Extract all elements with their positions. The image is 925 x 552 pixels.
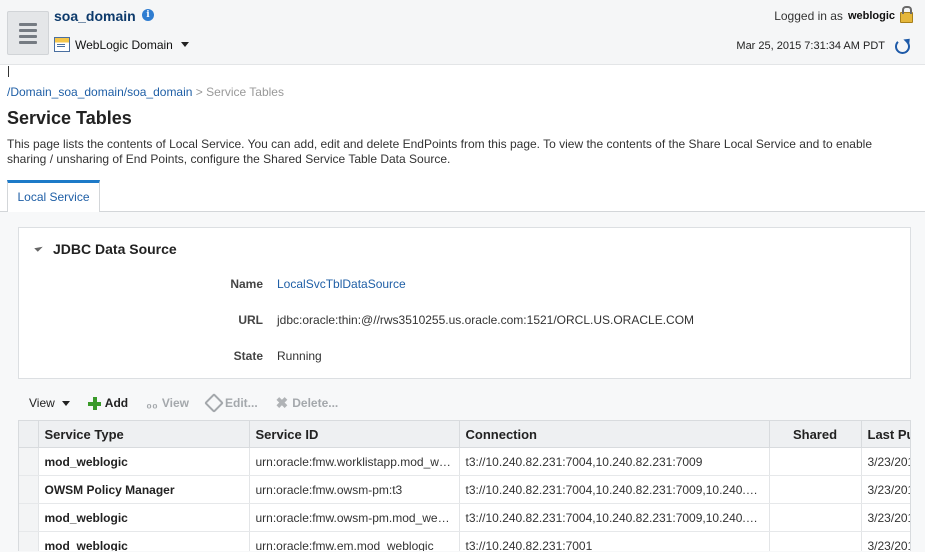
- add-button-label: Add: [104, 396, 129, 410]
- table-row[interactable]: mod_weblogic urn:oracle:fmw.worklistapp.…: [19, 447, 910, 476]
- lock-icon: [900, 6, 913, 23]
- table-header-row: Service Type Service ID Connection Share…: [19, 421, 910, 448]
- cell-connection: t3://10.240.82.231:7004,10.240.82.231:70…: [459, 503, 770, 532]
- table-row[interactable]: mod_weblogic urn:oracle:fmw.em.mod_weblo…: [19, 531, 910, 551]
- view-button-label: View: [161, 396, 189, 410]
- view-menu[interactable]: View: [29, 396, 70, 410]
- view-menu-label: View: [29, 396, 55, 410]
- page-header: soa_domain i WebLogic Domain Logged in a…: [0, 0, 925, 65]
- login-status: Logged in as weblogic: [774, 6, 913, 23]
- hamburger-icon-bar: [19, 28, 37, 32]
- chevron-down-icon: [180, 42, 189, 47]
- text-cursor: [8, 66, 9, 77]
- page-description: This page lists the contents of Local Se…: [7, 137, 872, 166]
- delete-button[interactable]: ✖ Delete...: [275, 394, 339, 412]
- navigator-menu-button[interactable]: [7, 11, 49, 55]
- row-selector[interactable]: [19, 531, 39, 551]
- column-header-shared[interactable]: Shared: [769, 421, 862, 448]
- breadcrumb-current: Service Tables: [206, 85, 284, 99]
- glasses-icon: ₀₀: [146, 395, 158, 411]
- cell-last-published: 3/23/2015: [861, 475, 910, 504]
- username[interactable]: weblogic: [848, 10, 895, 22]
- cell-service-type: mod_weblogic: [38, 503, 250, 532]
- column-header-service-type[interactable]: Service Type: [38, 421, 250, 448]
- chevron-down-icon: [61, 400, 70, 406]
- cell-service-id: urn:oracle:fmw.owsm-pm:t3: [249, 475, 460, 504]
- table-toolbar: View Add ₀₀ View Edit... ✖ Delete...: [18, 392, 356, 414]
- row-selector-header: [19, 421, 39, 448]
- row-selector[interactable]: [19, 503, 39, 532]
- cell-service-type: mod_weblogic: [38, 447, 250, 476]
- info-icon[interactable]: i: [142, 9, 154, 21]
- jdbc-datasource-title: JDBC Data Source: [53, 241, 177, 257]
- table-row[interactable]: mod_weblogic urn:oracle:fmw.owsm-pm.mod_…: [19, 503, 910, 532]
- hamburger-icon-bar: [19, 40, 37, 44]
- add-button[interactable]: Add: [87, 396, 129, 410]
- hamburger-icon-bar: [19, 34, 37, 38]
- column-header-last-published[interactable]: Last Pu: [861, 421, 910, 448]
- cell-service-id: urn:oracle:fmw.worklistapp.mod_weblogic: [249, 447, 460, 476]
- page-title: Service Tables: [7, 108, 132, 128]
- breadcrumb: /Domain_soa_domain/soa_domain > Service …: [7, 85, 284, 99]
- domain-name: soa_domain: [54, 8, 136, 24]
- cell-shared: [769, 447, 862, 476]
- service-table: Service Type Service ID Connection Share…: [18, 420, 911, 551]
- refresh-icon[interactable]: [895, 39, 910, 54]
- hamburger-icon: [19, 22, 37, 26]
- ds-state-value: Running: [277, 349, 322, 363]
- column-header-service-id[interactable]: Service ID: [249, 421, 460, 448]
- cell-connection: t3://10.240.82.231:7001: [459, 531, 770, 551]
- cell-service-id: urn:oracle:fmw.em.mod_weblogic: [249, 531, 460, 551]
- weblogic-domain-menu-label: WebLogic Domain: [75, 37, 173, 52]
- domain-icon: [54, 37, 70, 52]
- cell-shared: [769, 531, 862, 551]
- ds-name-label: Name: [230, 277, 263, 291]
- cell-service-type: mod_weblogic: [38, 531, 250, 551]
- table-row[interactable]: OWSM Policy Manager urn:oracle:fmw.owsm-…: [19, 475, 910, 504]
- cell-shared: [769, 503, 862, 532]
- breadcrumb-separator: >: [195, 85, 203, 99]
- login-prefix: Logged in as: [774, 8, 843, 23]
- ds-name-value[interactable]: LocalSvcTblDataSource: [277, 277, 406, 291]
- cell-last-published: 3/23/2015: [861, 531, 910, 551]
- cell-service-type: OWSM Policy Manager: [38, 475, 250, 504]
- ds-url-value: jdbc:oracle:thin:@//rws3510255.us.oracle…: [277, 313, 695, 327]
- page-timestamp: Mar 25, 2015 7:31:34 AM PDT: [736, 40, 885, 52]
- cell-shared: [769, 475, 862, 504]
- row-selector[interactable]: [19, 475, 39, 504]
- edit-button-label: Edit...: [224, 396, 258, 410]
- cell-service-id: urn:oracle:fmw.owsm-pm.mod_weblogic: [249, 503, 460, 532]
- cell-last-published: 3/23/2015: [861, 447, 910, 476]
- edit-button[interactable]: Edit...: [204, 393, 258, 413]
- plus-icon: [87, 396, 101, 410]
- delete-x-icon: ✖: [275, 394, 289, 412]
- cell-last-published: 3/23/2015: [861, 503, 910, 532]
- breadcrumb-link-domain[interactable]: /Domain_soa_domain/soa_domain: [7, 85, 192, 99]
- ds-url-label: URL: [238, 313, 263, 327]
- weblogic-domain-menu[interactable]: WebLogic Domain: [54, 37, 189, 52]
- tab-local-service[interactable]: Local Service: [7, 180, 100, 212]
- column-header-connection[interactable]: Connection: [459, 421, 770, 448]
- view-button[interactable]: ₀₀ View: [146, 396, 189, 411]
- ds-state-label: State: [233, 349, 263, 363]
- cell-connection: t3://10.240.82.231:7004,10.240.82.231:70…: [459, 475, 770, 504]
- row-selector[interactable]: [19, 447, 39, 476]
- delete-button-label: Delete...: [292, 396, 339, 410]
- pencil-icon: [204, 393, 224, 413]
- cell-connection: t3://10.240.82.231:7004,10.240.82.231:70…: [459, 447, 770, 476]
